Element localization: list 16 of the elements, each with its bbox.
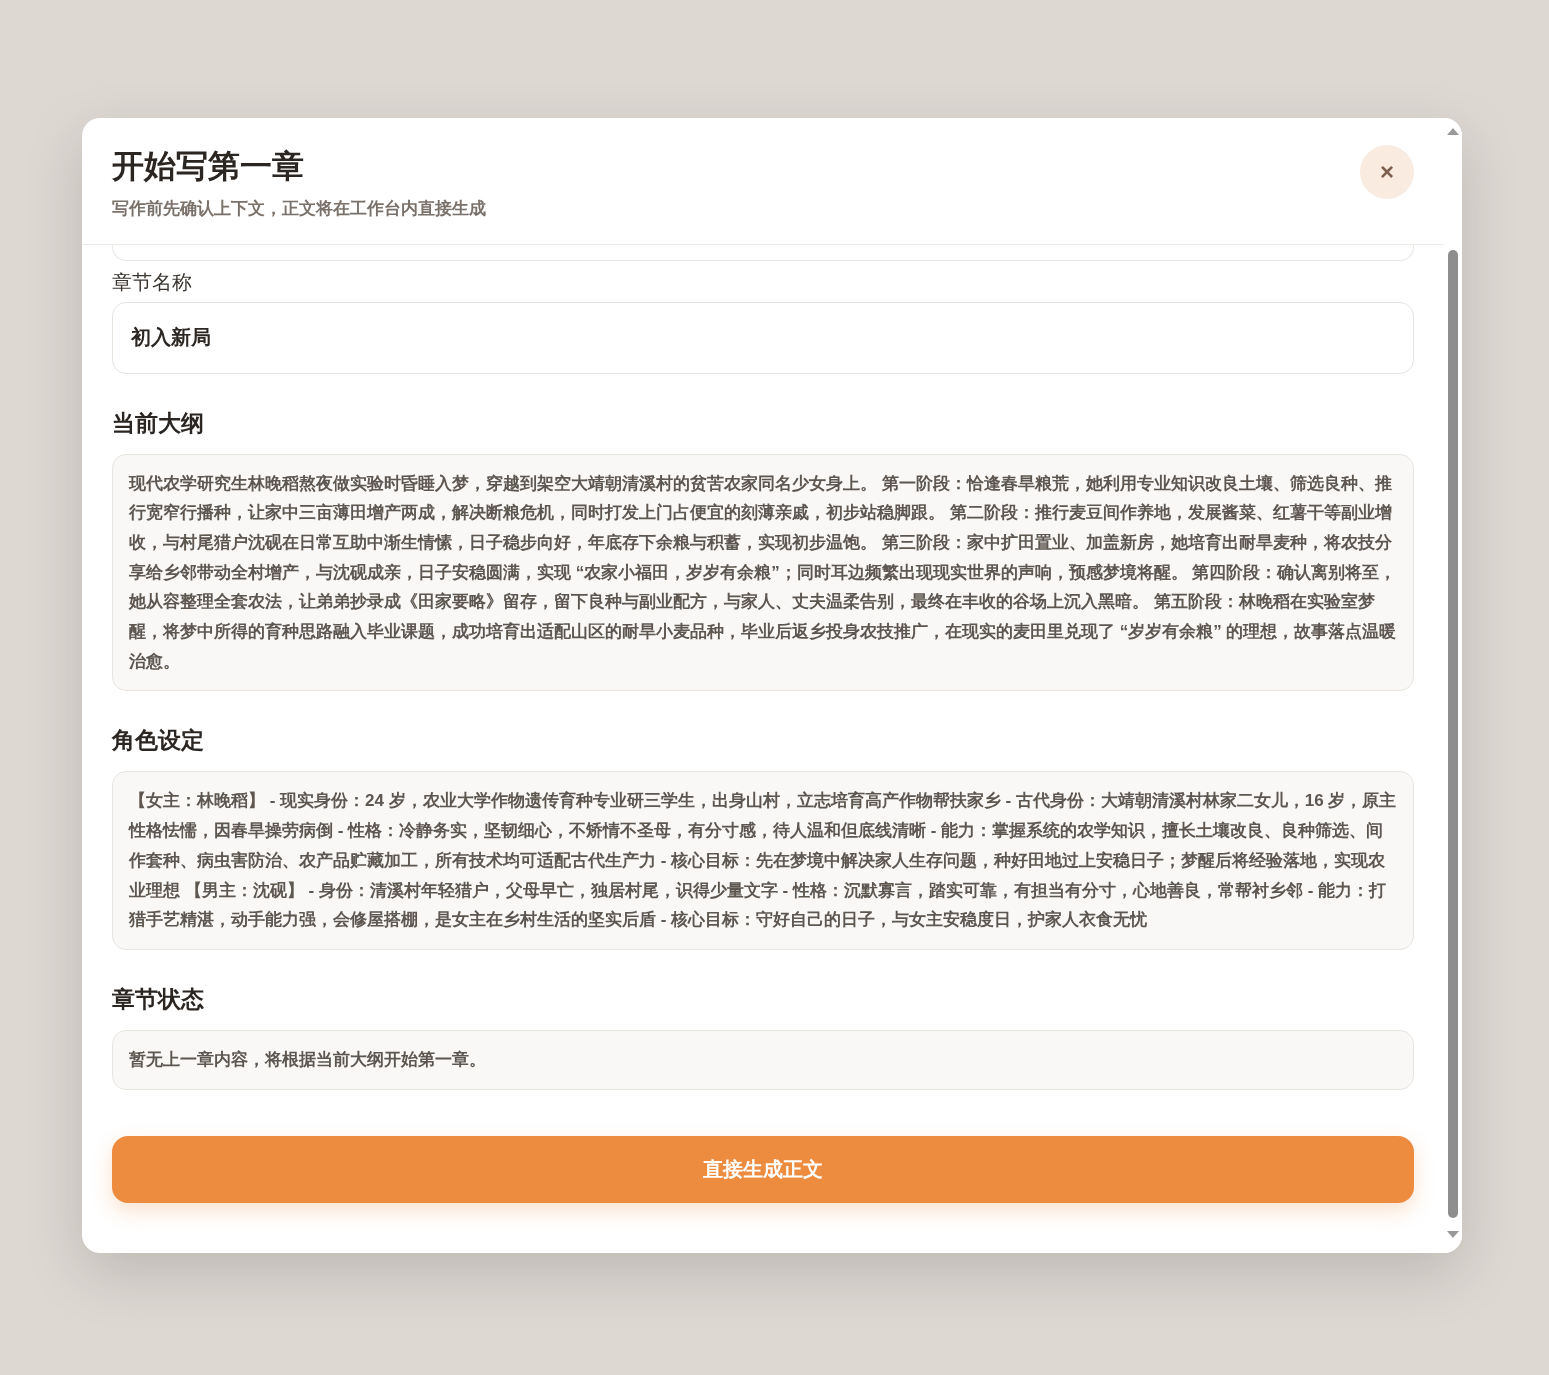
section-heading: 角色设定 <box>112 726 205 756</box>
section-text-box: 现代农学研究生林晚稻熬夜做实验时昏睡入梦，穿越到架空大靖朝清溪村的贫苦农家同名少女身上。 第一阶段：恰逢春旱粮荒，她利用专业知识改良土壤、筛选良种、推行宽窄行播种，让家中三亩薄田增产两成，解决断粮危机，同时打发上门占便宜的刻薄亲戚，初步站稳脚跟。 第二阶段：推行麦豆间作养地，发展酱菜、红薯干等副业增收，与村尾猎户沈砚在日常互助中渐生情愫，日子稳步向好，年底存下余粮与积蓄，实现初步温饱。 第三阶段：家中扩田置业、加盖新房，她培育出耐旱麦种，将农技分享给乡邻带动全村增产，与沈砚成亲，日子安稳圆满，实现 “农家小福田，岁岁有余粮”；同时耳边频繁出现现实世界的声响，预感梦境将醒。 第四阶段：确认离别将至，她从容整理全套农法，让弟弟抄录成《田家要略》留存，留下良种与副业配方，与家人、丈夫温柔告别，最终在丰收的谷场上沉入黑暗。 第五阶段：林晚稻在实验室梦醒，将梦中所得的育种思路融入毕业课题，成功培育出适配山区的耐旱小麦品种，毕业后返乡投身农技推广，在现实的麦田里兑现了 “岁岁有余粮” 的理想，故事落点温暖治愈。 <box>112 453 1414 692</box>
dialog-title: 开始写第一章 <box>112 147 305 186</box>
scroll-up-icon <box>1446 126 1460 136</box>
section-heading: 当前大纲 <box>112 408 205 438</box>
section-heading: 章节状态 <box>112 984 205 1014</box>
scrollbar[interactable] <box>1444 118 1462 1253</box>
generate-button[interactable]: 直接生成正文 <box>112 1135 1414 1203</box>
scrollbar-thumb[interactable] <box>1448 250 1458 1218</box>
section-text-box: 【女主：林晚稻】 - 现实身份：24 岁，农业大学作物遗传育种专业研三学生，出身山村，立志培育高产作物帮扶家乡 - 古代身份：大靖朝清溪村林家二女儿，16 岁，原主性格怯懦，因春旱操劳病倒 - 性格：冷静务实，坚韧细心，不矫情不圣母，有分寸感，待人温和但底线清晰 - 能力：掌握系统的农学知识，擅长土壤改良、良种筛选、间作套种、病虫害防治、农产品贮藏加工，所有技术均可适配古代生产力 - 核心目标：先在梦境中解决家人生存问题，种好田地过上安稳日子；梦醒后将经验落地，实现农业理想 【男主：沈砚】 - 身份：清溪村年轻猎户，父母早亡，独居村尾，识得少量文字 - 性格：沉默寡言，踏实可靠，有担当有分寸，心地善良，常帮衬乡邻 - 能力：打猎手艺精湛，动手能力强，会修屋搭棚，是女主在乡村生活的坚实后盾 - 核心目标：守好自己的日子，与女主安稳度日，护家人衣食无忧 <box>112 771 1414 950</box>
scroll-down-icon <box>1446 1230 1460 1240</box>
field-label: 章节名称 <box>112 269 193 295</box>
chapter-name-field[interactable]: 初入新局 <box>112 301 1414 374</box>
section-text-box: 暂无上一章内容，将根据当前大纲开始第一章。 <box>112 1029 1414 1090</box>
close-button[interactable]: × <box>1360 145 1414 199</box>
dialog-subtitle: 写作前先确认上下文，正文将在工作台内直接生成 <box>112 198 486 220</box>
